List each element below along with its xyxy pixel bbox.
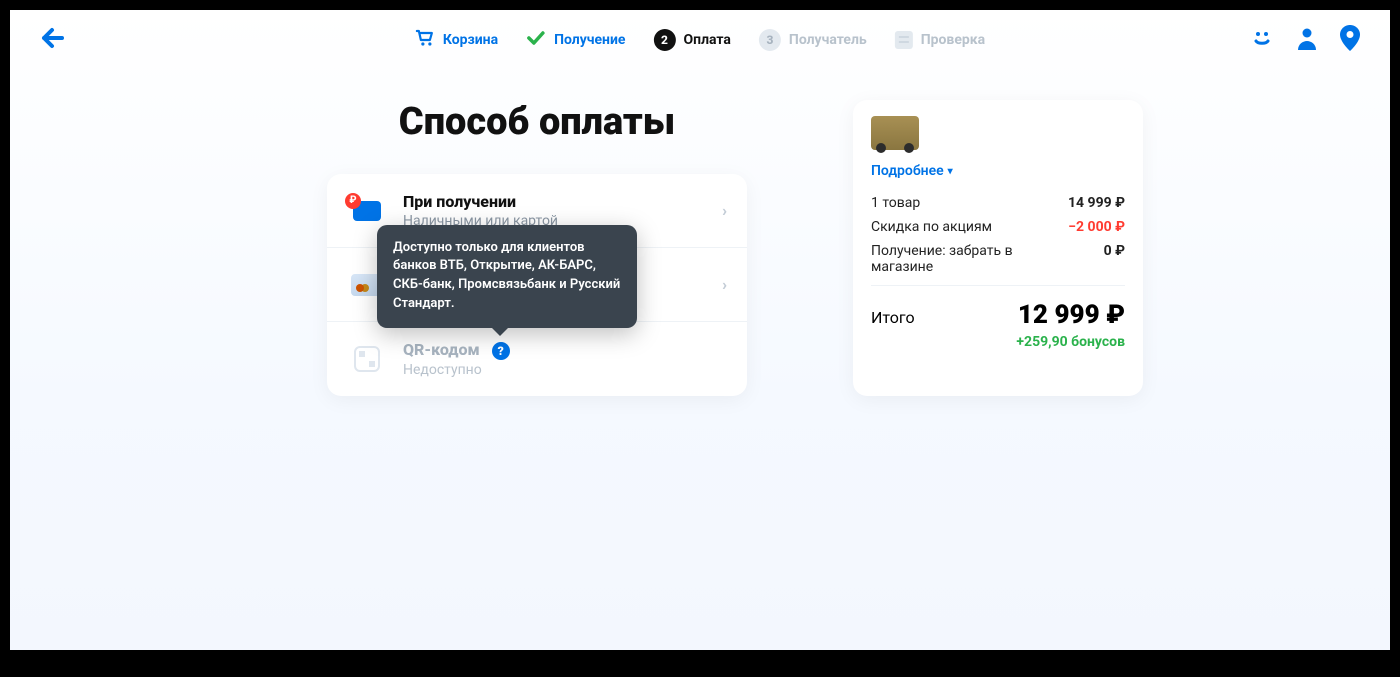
- divider: [871, 285, 1125, 286]
- wallet-icon: [353, 201, 381, 221]
- header: Корзина Получение 2 Оплата 3 Получатель …: [10, 10, 1390, 70]
- step-label: Проверка: [921, 32, 985, 48]
- step-delivery[interactable]: Получение: [526, 30, 625, 51]
- line-discount: Скидка по акциям −2 000 ₽: [871, 219, 1125, 235]
- line-total: Итого 12 999 ₽: [871, 300, 1125, 330]
- step-payment: 2 Оплата: [653, 29, 730, 51]
- check-icon: [526, 30, 546, 51]
- option-qr: Доступно только для клиентов банков ВТБ,…: [327, 321, 747, 396]
- step-label: Корзина: [443, 32, 498, 48]
- header-actions: [1250, 25, 1360, 55]
- page-title: Способ оплаты: [399, 100, 675, 144]
- qr-tooltip: Доступно только для клиентов банков ВТБ,…: [377, 225, 637, 328]
- content: Способ оплаты При получении Наличными ил…: [10, 70, 1390, 396]
- step-number-badge: 2: [653, 29, 675, 51]
- user-icon[interactable]: [1296, 26, 1318, 54]
- details-toggle[interactable]: Подробнее ▾: [871, 163, 953, 179]
- qr-icon: [354, 346, 380, 372]
- total-value: 12 999 ₽: [1018, 300, 1125, 330]
- line-value: 14 999 ₽: [1068, 195, 1125, 211]
- option-title: QR-кодом ?: [403, 340, 727, 360]
- chevron-right-icon: ›: [722, 201, 727, 220]
- line-label: Скидка по акциям: [871, 219, 992, 235]
- receipt-icon: [895, 31, 913, 49]
- step-label: Оплата: [683, 32, 730, 48]
- chevron-right-icon: ›: [722, 275, 727, 294]
- info-icon[interactable]: ?: [492, 342, 510, 360]
- order-summary: Подробнее ▾ 1 товар 14 999 ₽ Скидка по а…: [853, 100, 1143, 396]
- line-delivery: Получение: забрать в магазине 0 ₽: [871, 243, 1125, 275]
- line-items: 1 товар 14 999 ₽: [871, 195, 1125, 211]
- location-icon[interactable]: [1340, 25, 1360, 55]
- total-label: Итого: [871, 308, 915, 327]
- step-recipient: 3 Получатель: [759, 29, 867, 51]
- option-subtitle: Недоступно: [403, 362, 727, 378]
- arrow-left-icon: [40, 27, 66, 49]
- step-review: Проверка: [895, 31, 985, 49]
- app-frame: Корзина Получение 2 Оплата 3 Получатель …: [10, 10, 1390, 650]
- cart-icon: [415, 29, 435, 52]
- smile-icon[interactable]: [1250, 26, 1274, 54]
- back-button[interactable]: [40, 27, 66, 54]
- step-label: Получение: [554, 32, 625, 48]
- main-column: Способ оплаты При получении Наличными ил…: [257, 100, 817, 396]
- step-number-badge: 3: [759, 29, 781, 51]
- option-title: При получении: [403, 192, 706, 211]
- payment-options: При получении Наличными или картой › Кар…: [327, 174, 747, 396]
- bonus-points: +259,90 бонусов: [871, 334, 1125, 350]
- checkout-steps: Корзина Получение 2 Оплата 3 Получатель …: [415, 29, 985, 52]
- chevron-down-icon: ▾: [948, 166, 953, 177]
- step-label: Получатель: [789, 32, 867, 48]
- line-label: Получение: забрать в магазине: [871, 243, 1051, 275]
- line-label: 1 товар: [871, 195, 920, 211]
- line-value: −2 000 ₽: [1068, 219, 1125, 235]
- line-value: 0 ₽: [1104, 243, 1125, 275]
- step-cart[interactable]: Корзина: [415, 29, 498, 52]
- product-thumbnail: [871, 116, 919, 150]
